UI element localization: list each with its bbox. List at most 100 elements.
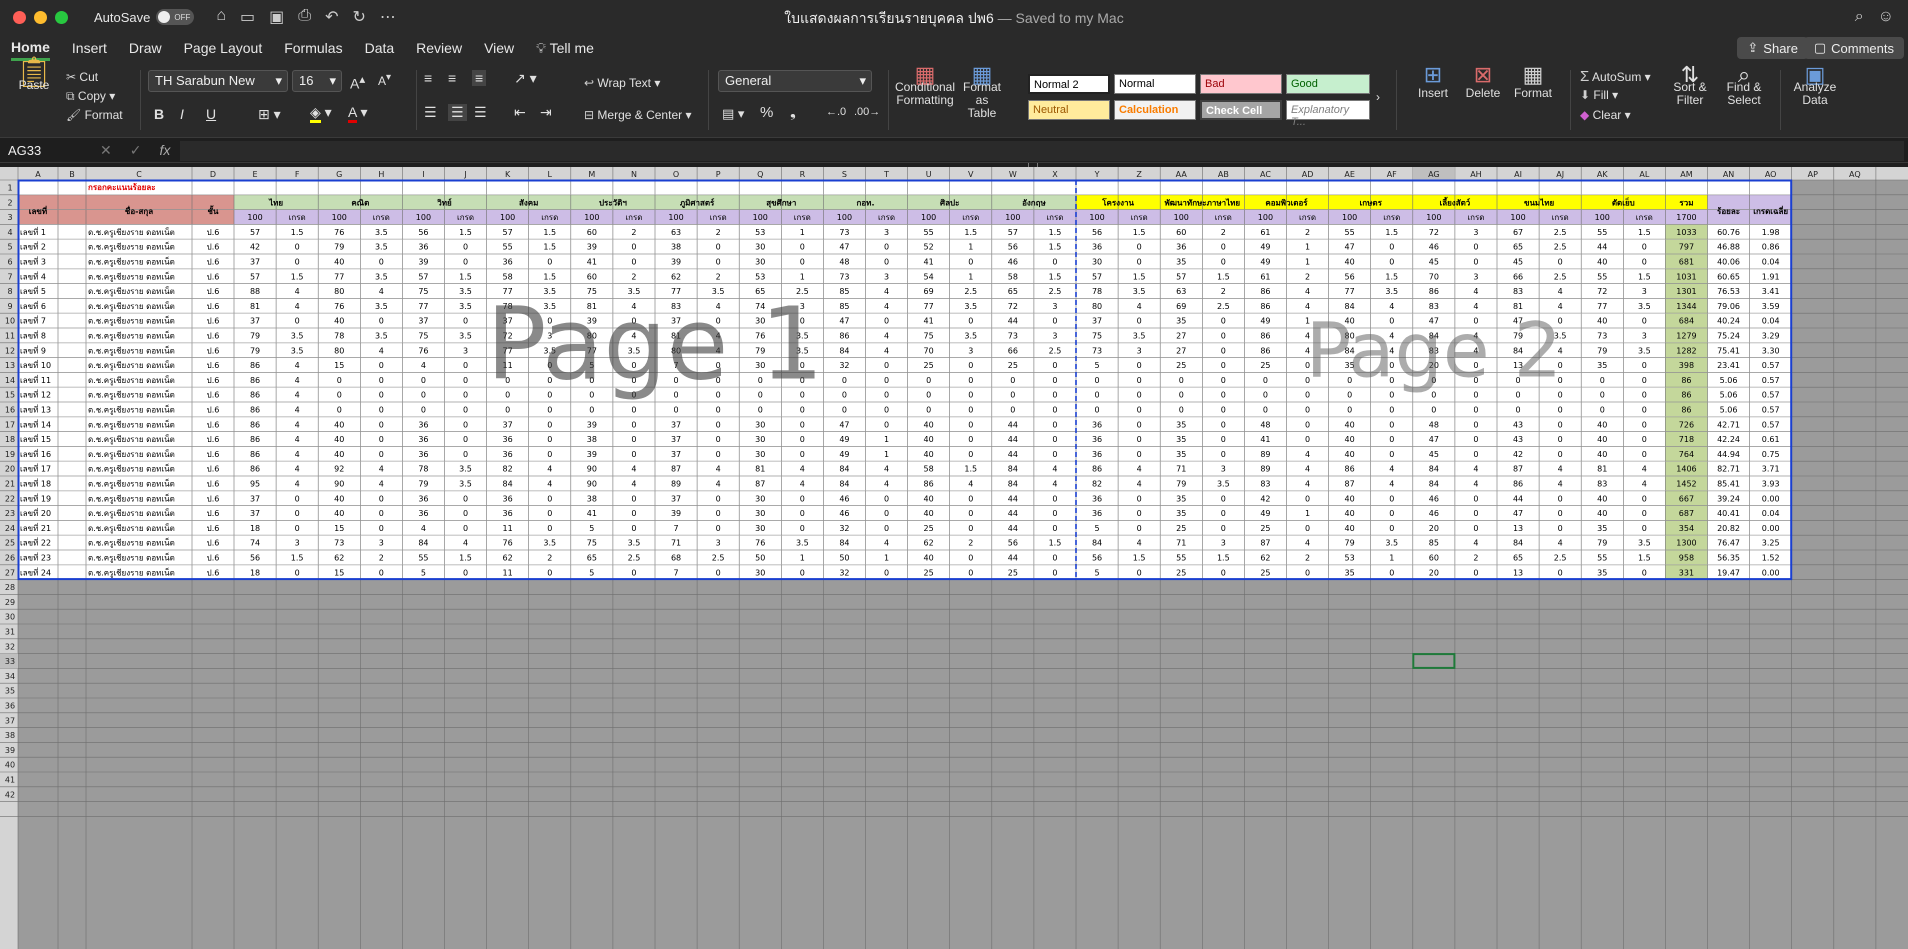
account-icon[interactable]: ☺ xyxy=(1878,8,1894,26)
align-top-button[interactable]: ≡ xyxy=(424,70,432,86)
cut-button[interactable]: ✂ Cut xyxy=(66,70,98,84)
score-cell: 4 xyxy=(716,480,721,489)
align-right-icon: ☰ xyxy=(474,104,487,120)
home-icon[interactable]: ⌂ xyxy=(216,7,226,27)
header-total: รวม xyxy=(1679,198,1693,207)
selected-cell[interactable] xyxy=(1412,653,1456,669)
paste-button[interactable]: 📋︎ Paste xyxy=(12,58,56,92)
name-box[interactable]: AG33 xyxy=(4,141,84,161)
formula-input[interactable] xyxy=(180,141,1904,161)
analyze-data-button[interactable]: ▣ Analyze Data xyxy=(1788,64,1842,107)
find-select-button[interactable]: ⌕ Find & Select xyxy=(1718,64,1770,107)
clear-button[interactable]: ◆ Clear ▾ xyxy=(1580,108,1631,122)
align-right-button[interactable]: ☰ xyxy=(474,104,487,121)
cancel-icon[interactable]: ✕ xyxy=(100,142,112,159)
tab-page-layout[interactable]: Page Layout xyxy=(184,37,263,59)
spreadsheet-grid[interactable]: A B C D E F G H I J K L M N O P Q R S T U V W X Y Z AA AB AC AD AE AF AG… xyxy=(0,167,1908,949)
insert-function-button[interactable]: fx xyxy=(159,142,170,159)
minimize-window-button[interactable] xyxy=(34,10,47,24)
borders-button[interactable]: ⊞ ▾ xyxy=(258,106,281,123)
style-normal-2[interactable]: Normal 2 xyxy=(1028,74,1110,94)
fill-color-button[interactable]: ◈ ▾ xyxy=(310,104,332,123)
save-icon[interactable]: ▣ xyxy=(269,7,284,27)
score-cell: 3.5 xyxy=(375,272,388,281)
tab-insert[interactable]: Insert xyxy=(72,37,107,59)
autosum-button[interactable]: Σ AutoSum ▾ xyxy=(1580,68,1651,85)
score-cell: 0 xyxy=(1137,317,1142,326)
score-cell: 57 xyxy=(1008,228,1018,237)
styles-more-button[interactable]: › xyxy=(1376,90,1380,104)
student-class: ป.6 xyxy=(207,272,220,281)
delete-cells-button[interactable]: ⊠ Delete xyxy=(1458,64,1508,100)
score-cell: 40 xyxy=(924,420,934,429)
style-calculation[interactable]: Calculation xyxy=(1114,100,1196,120)
font-size-select[interactable]: 16 ▾ xyxy=(292,70,342,92)
close-window-button[interactable] xyxy=(13,10,26,24)
print-icon[interactable]: ⎙ xyxy=(298,7,311,27)
tab-formulas[interactable]: Formulas xyxy=(284,37,342,59)
fill-button[interactable]: ⬇ Fill ▾ xyxy=(1580,88,1618,102)
orientation-button[interactable]: ↗ ▾ xyxy=(514,70,537,87)
style-bad[interactable]: Bad xyxy=(1200,74,1282,94)
maximize-window-button[interactable] xyxy=(55,10,68,24)
score-cell: 0 xyxy=(716,494,721,503)
decrease-font-button[interactable]: A▾ xyxy=(378,72,391,88)
autosave-toggle[interactable]: OFF xyxy=(156,9,195,25)
italic-button[interactable]: I xyxy=(180,106,184,122)
comma-style-button[interactable]: ❟ xyxy=(790,104,796,121)
style-good[interactable]: Good xyxy=(1286,74,1370,94)
format-painter-button[interactable]: 🖌︎ Format xyxy=(66,108,123,122)
align-left-button[interactable]: ☰ xyxy=(424,104,437,121)
format-cells-button[interactable]: ▦ Format xyxy=(1508,64,1558,100)
folder-icon[interactable]: ▭ xyxy=(240,7,255,27)
score-cell: 0 xyxy=(421,391,426,400)
tab-view[interactable]: View xyxy=(484,37,514,59)
score-cell: 30 xyxy=(755,258,765,267)
format-as-table-button[interactable]: ▦ Format as Table xyxy=(960,64,1004,120)
chevron-down-icon: ▾ xyxy=(275,73,282,88)
score-cell: 1.5 xyxy=(1385,228,1398,237)
score-cell: 0 xyxy=(631,509,636,518)
score-cell: 18 xyxy=(250,524,260,533)
number-format-select[interactable]: General ▾ xyxy=(718,70,872,92)
bold-button[interactable]: B xyxy=(154,106,164,122)
align-center-button[interactable]: ☰ xyxy=(448,104,467,121)
align-bottom-button[interactable]: ≡ xyxy=(472,70,487,86)
tell-me[interactable]: 💡︎ Tell me xyxy=(536,37,594,60)
tab-draw[interactable]: Draw xyxy=(129,37,162,59)
sort-filter-button[interactable]: ⇅ Sort & Filter xyxy=(1664,64,1716,107)
subheader-max: 100 xyxy=(1258,213,1273,222)
style-explanatory[interactable]: Explanatory T... xyxy=(1286,100,1370,128)
increase-decimal-button[interactable]: ←.0 xyxy=(826,106,846,118)
decrease-indent-button[interactable]: ⇤ xyxy=(514,104,526,121)
align-middle-button[interactable]: ≡ xyxy=(448,70,456,86)
underline-button[interactable]: U xyxy=(206,106,216,122)
gpa-cell: 0.75 xyxy=(1762,450,1780,459)
confirm-icon[interactable]: ✓ xyxy=(130,142,142,159)
wrap-text-button[interactable]: ↩ Wrap Text ▾ xyxy=(584,76,660,90)
increase-indent-button[interactable]: ⇥ xyxy=(540,104,552,121)
share-button[interactable]: ⇪ Share xyxy=(1737,37,1808,59)
font-color-button[interactable]: A ▾ xyxy=(348,104,368,123)
insert-cells-button[interactable]: ⊞ Insert xyxy=(1408,64,1458,100)
copy-button[interactable]: ⧉ Copy ▾ xyxy=(66,89,115,104)
worksheet[interactable]: A B C D E F G H I J K L M N O P Q R S T U V W X Y Z AA AB AC AD AE AF AG… xyxy=(0,167,1908,949)
percent-style-button[interactable]: % xyxy=(760,104,773,121)
redo-icon[interactable]: ↻ xyxy=(353,7,366,27)
undo-icon[interactable]: ↶ xyxy=(325,7,338,27)
style-normal[interactable]: Normal xyxy=(1114,74,1196,94)
tab-data[interactable]: Data xyxy=(365,37,395,59)
accounting-format-button[interactable]: ▤ ▾ xyxy=(722,106,744,122)
conditional-formatting-button[interactable]: ▦ Conditional Formatting xyxy=(894,64,956,107)
style-check-cell[interactable]: Check Cell xyxy=(1200,100,1282,120)
merge-center-button[interactable]: ⊟ Merge & Center ▾ xyxy=(584,108,691,122)
increase-font-button[interactable]: A▴ xyxy=(350,72,365,92)
tab-review[interactable]: Review xyxy=(416,37,462,59)
comments-button[interactable]: ▢ Comments xyxy=(1803,37,1904,59)
score-cell: 0 xyxy=(1389,420,1394,429)
font-name-select[interactable]: TH Sarabun New ▾ xyxy=(148,70,288,92)
decrease-decimal-button[interactable]: .00→ xyxy=(854,106,880,118)
more-icon[interactable]: ⋯ xyxy=(380,7,396,27)
style-neutral[interactable]: Neutral xyxy=(1028,100,1110,120)
search-icon[interactable]: ⌕ xyxy=(1855,8,1864,26)
